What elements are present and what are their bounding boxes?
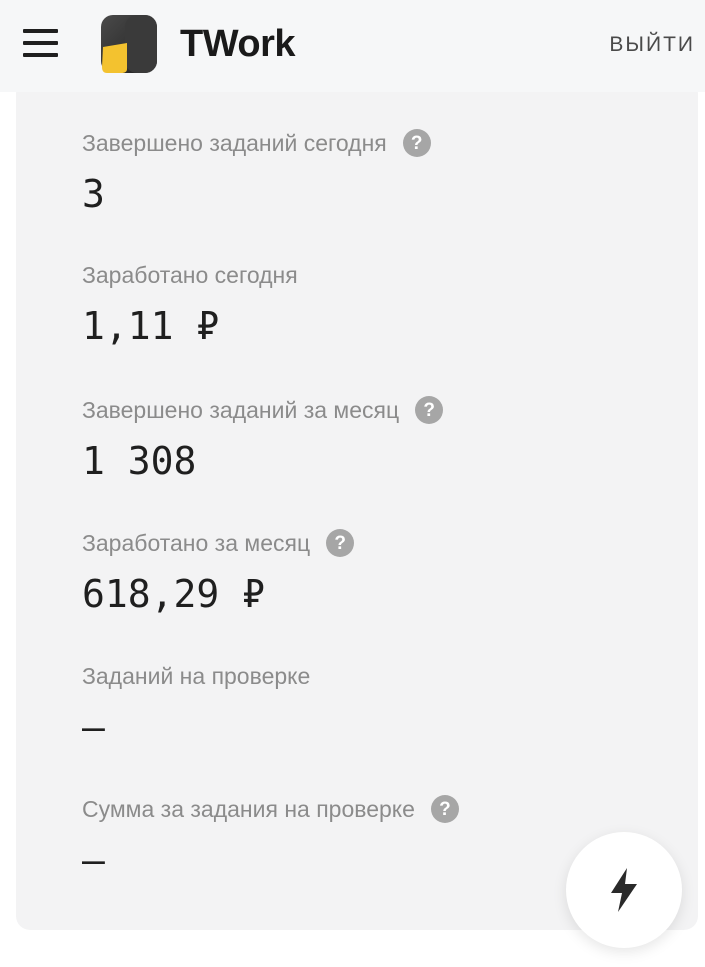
stat-tasks-month: Завершено заданий за месяц ? 1 308 <box>82 395 444 483</box>
stat-label: Заданий на проверке <box>82 661 310 691</box>
stat-earned-today: Заработано сегодня 1,11 ₽ <box>82 260 298 349</box>
menu-icon-line <box>23 53 58 57</box>
stat-sum-review: Сумма за задания на проверке ? – <box>82 794 459 882</box>
lightning-bolt-icon <box>611 868 637 912</box>
question-circle-icon[interactable]: ? <box>430 795 459 823</box>
stat-label: Сумма за задания на проверке ? <box>82 794 459 824</box>
stat-label-text: Завершено заданий сегодня <box>82 129 387 156</box>
brand-name: TWork <box>180 23 296 65</box>
question-circle-icon[interactable]: ? <box>326 529 355 557</box>
stat-value: – <box>82 705 105 749</box>
menu-icon-line <box>23 41 58 45</box>
stat-label: Завершено заданий за месяц ? <box>82 395 444 425</box>
twork-logo-icon <box>101 15 157 73</box>
stat-value: 3 <box>82 172 105 216</box>
stat-label-text: Сумма за задания на проверке <box>82 795 415 822</box>
stat-tasks-review: Заданий на проверке – <box>82 661 310 750</box>
stat-value: 1 308 <box>82 439 197 483</box>
stat-label: Завершено заданий сегодня ? <box>82 128 431 158</box>
stat-label-text: Заработано сегодня <box>82 261 298 288</box>
stat-value: 1,11 ₽ <box>82 304 220 348</box>
stat-label: Заработано за месяц ? <box>82 528 355 558</box>
stat-tasks-today: Завершено заданий сегодня ? 3 <box>82 128 431 216</box>
stat-label-text: Заданий на проверке <box>82 662 311 689</box>
menu-button[interactable] <box>20 25 60 61</box>
stat-label: Заработано сегодня <box>82 260 298 290</box>
question-circle-icon[interactable]: ? <box>402 129 431 157</box>
logout-button[interactable]: ВЫЙТИ <box>609 33 695 57</box>
stat-value: – <box>82 838 105 882</box>
stat-value: 618,29 ₽ <box>82 572 266 616</box>
stat-label-text: Завершено заданий за месяц <box>82 396 400 423</box>
stat-label-text: Заработано за месяц <box>82 529 311 556</box>
menu-icon-line <box>23 29 58 33</box>
stats-card: Завершено заданий сегодня ? 3 Заработано… <box>16 80 698 930</box>
quick-action-button[interactable] <box>566 832 682 948</box>
stat-earned-month: Заработано за месяц ? 618,29 ₽ <box>82 528 355 616</box>
question-circle-icon[interactable]: ? <box>415 396 444 424</box>
top-header: TWork ВЫЙТИ <box>0 0 705 92</box>
